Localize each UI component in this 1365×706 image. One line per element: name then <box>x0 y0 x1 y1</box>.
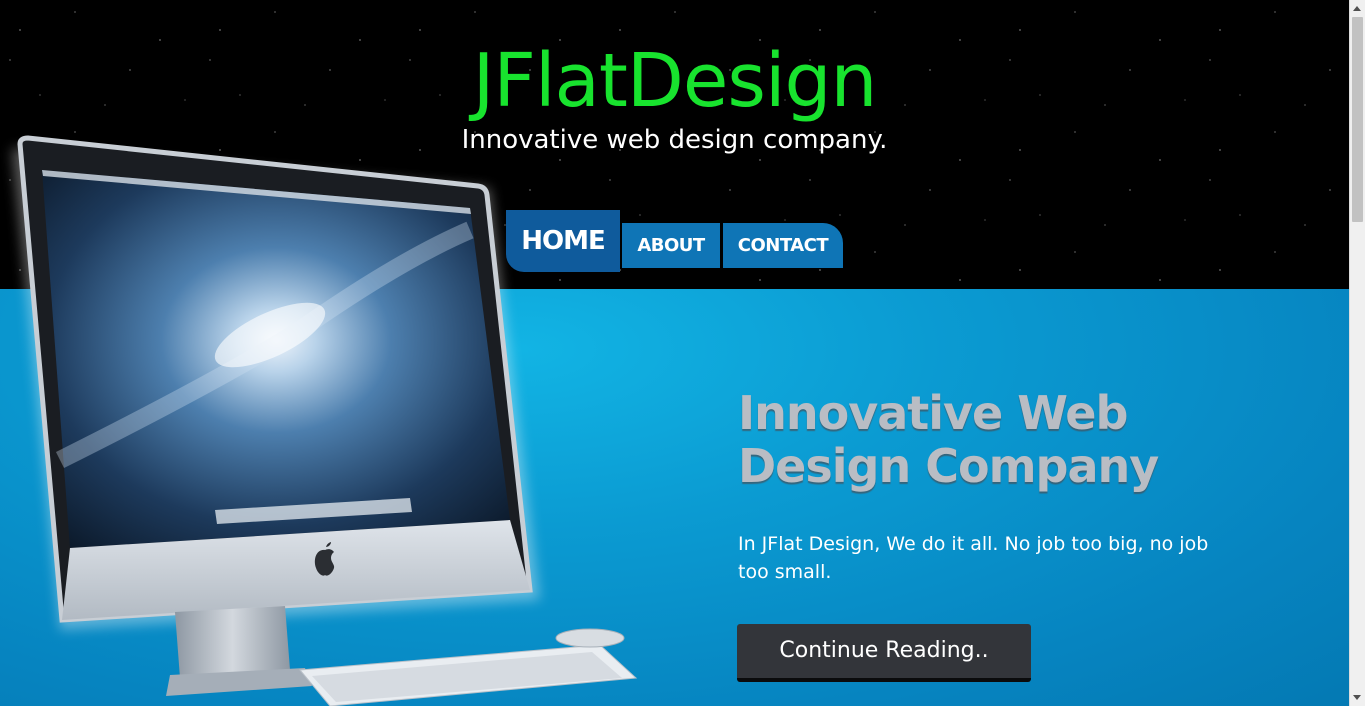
vertical-scrollbar[interactable] <box>1349 0 1365 706</box>
scroll-thumb[interactable] <box>1352 17 1363 222</box>
nav-contact[interactable]: CONTACT <box>723 223 843 268</box>
hero-heading: Innovative Web Design Company <box>738 386 1159 493</box>
hero-body-text: In JFlat Design, We do it all. No job to… <box>738 533 1209 583</box>
nav-home[interactable]: HOME <box>506 210 620 272</box>
continue-reading-button[interactable]: Continue Reading.. <box>737 624 1031 682</box>
nav-about[interactable]: ABOUT <box>622 223 720 268</box>
page: JFlatDesign Innovative web design compan… <box>0 0 1365 706</box>
scroll-down-arrow-icon[interactable] <box>1353 695 1361 700</box>
site-title[interactable]: JFlatDesign <box>0 38 1349 124</box>
scroll-up-arrow-icon[interactable] <box>1353 6 1361 11</box>
keyboard-icon <box>299 644 638 706</box>
